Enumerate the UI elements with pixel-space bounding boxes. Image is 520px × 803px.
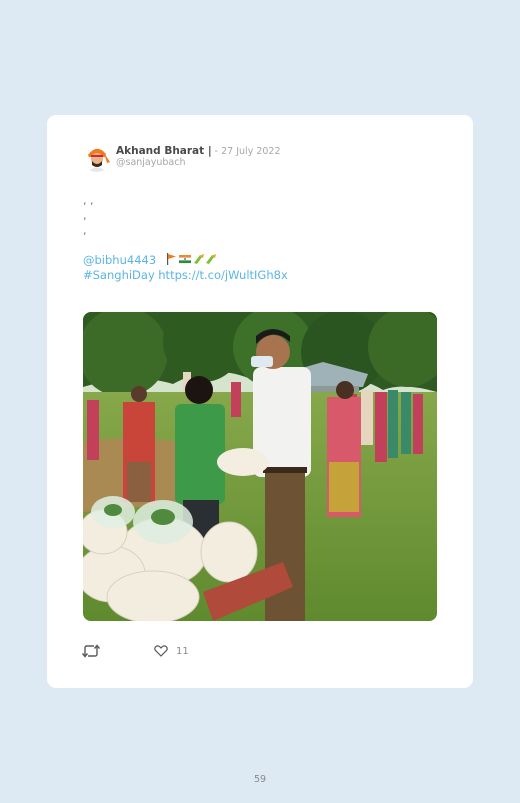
heart-icon [154,645,168,657]
tweet-card: Akhand Bharat | - 27 July 2022 @sanjayub… [47,115,473,688]
retweet-button[interactable] [82,644,100,658]
tweet-text-line: , , [83,194,94,207]
page-number: 59 [253,774,267,785]
tweet-text-line: @bibhu4443 [83,253,443,268]
emoji-flags [166,253,220,269]
tweet-photo[interactable] [83,312,437,621]
tweet-text-line: #SanghiDay https://t.co/jWultIGh8x [83,268,443,283]
tweet-text-line: , [83,224,87,237]
hashtag-link[interactable]: #SanghiDay [83,268,155,282]
mention-link[interactable]: @bibhu4443 [83,253,156,267]
like-count: 11 [176,645,189,657]
url-link[interactable]: https://t.co/jWultIGh8x [158,268,287,282]
like-button[interactable]: 11 [154,645,189,657]
user-handle[interactable]: @sanjayubach [116,157,186,168]
tweet-text-line: , [83,209,87,222]
tweet-actions: 11 [82,644,189,658]
retweet-icon [82,644,100,658]
avatar[interactable] [82,142,112,172]
tweet-date: - 27 July 2022 [211,146,281,157]
tweet-header: Akhand Bharat | - 27 July 2022 [116,145,281,157]
display-name[interactable]: Akhand Bharat | [116,145,212,157]
tweet-text: , , , , @bibhu4443 #SanghiDay https://t.… [83,193,443,283]
